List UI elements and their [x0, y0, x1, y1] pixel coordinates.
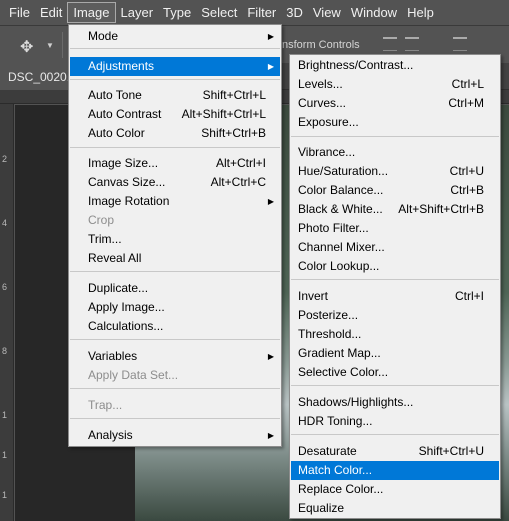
menu-item-trim[interactable]: Trim...: [70, 230, 280, 249]
menu-item-gradient-map[interactable]: Gradient Map...: [291, 344, 499, 363]
menu-item-trap: Trap...: [88, 398, 123, 412]
menu-item-invert[interactable]: Invert Ctrl+I: [291, 287, 499, 306]
menu-select[interactable]: Select: [196, 2, 242, 23]
vertical-ruler[interactable]: 2 4 6 8 1 1 1: [0, 104, 14, 521]
menu-image[interactable]: Image: [67, 2, 116, 23]
menu-separator: [291, 136, 499, 137]
menu-item-canvas-size[interactable]: Canvas Size... Alt+Ctrl+C: [70, 173, 280, 192]
menu-item-photo-filter[interactable]: Photo Filter...: [291, 219, 499, 238]
move-tool-icon[interactable]: ✥: [20, 37, 33, 57]
menu-item-crop: Crop: [88, 213, 115, 227]
submenu-arrow-icon: ▶: [267, 352, 274, 361]
menu-item-vibrance[interactable]: Vibrance...: [291, 143, 499, 162]
menu-3d[interactable]: 3D: [281, 2, 308, 23]
menu-separator: [70, 339, 280, 340]
ruler-tick: 1: [2, 410, 8, 420]
menu-bar: File Edit Image Layer Type Select Filter…: [0, 0, 509, 25]
menu-file[interactable]: File: [4, 2, 35, 23]
menu-layer[interactable]: Layer: [116, 2, 159, 23]
menu-item-equalize[interactable]: Equalize: [291, 499, 499, 518]
menu-edit[interactable]: Edit: [35, 2, 67, 23]
menu-item-black-white[interactable]: Black & White... Alt+Shift+Ctrl+B: [291, 200, 499, 219]
align-top-icon[interactable]: [383, 37, 397, 51]
image-menu: Mode ▶ Adjustments ▶ Auto Tone Shift+Ctrl+L…: [68, 24, 282, 447]
ruler-tick: 2: [2, 154, 8, 164]
menu-item-duplicate[interactable]: Duplicate...: [70, 279, 280, 298]
menu-item-match-color[interactable]: Match Color...: [291, 461, 499, 480]
menu-filter[interactable]: Filter: [242, 2, 281, 23]
menu-item-levels[interactable]: Levels... Ctrl+L: [291, 75, 499, 94]
menu-item-exposure[interactable]: Exposure...: [291, 113, 499, 132]
menu-item-replace-color[interactable]: Replace Color...: [291, 480, 499, 499]
menu-item-auto-tone[interactable]: Auto Tone Shift+Ctrl+L: [70, 86, 280, 105]
menu-item-auto-contrast[interactable]: Auto Contrast Alt+Shift+Ctrl+L: [70, 105, 280, 124]
menu-separator: [70, 147, 280, 148]
menu-item-mode[interactable]: Mode ▶: [70, 27, 280, 46]
menu-item-calculations[interactable]: Calculations...: [70, 317, 280, 336]
ruler-tick: 6: [2, 282, 8, 292]
menu-item-selective-color[interactable]: Selective Color...: [291, 363, 499, 382]
menu-item-hdr-toning[interactable]: HDR Toning...: [291, 412, 499, 431]
align-middle-icon[interactable]: [405, 37, 419, 51]
menu-item-auto-color[interactable]: Auto Color Shift+Ctrl+B: [70, 124, 280, 143]
submenu-arrow-icon: ▶: [267, 62, 274, 71]
menu-separator: [70, 48, 280, 49]
adjustments-submenu: Brightness/Contrast... Levels... Ctrl+L C…: [289, 54, 501, 519]
document-tab[interactable]: DSC_0020.J: [0, 63, 74, 90]
menu-item-apply-data-set: Apply Data Set...: [88, 368, 179, 382]
menu-item-brightness-contrast[interactable]: Brightness/Contrast...: [291, 56, 499, 75]
ruler-tick: 1: [2, 490, 8, 500]
menu-help[interactable]: Help: [402, 2, 439, 23]
menu-item-shadows-highlights[interactable]: Shadows/Highlights...: [291, 393, 499, 412]
menu-item-desaturate[interactable]: Desaturate Shift+Ctrl+U: [291, 442, 499, 461]
menu-item-reveal-all[interactable]: Reveal All: [70, 249, 280, 268]
menu-item-hue-saturation[interactable]: Hue/Saturation... Ctrl+U: [291, 162, 499, 181]
submenu-arrow-icon: ▶: [267, 197, 274, 206]
ruler-tick: 8: [2, 346, 8, 356]
menu-view[interactable]: View: [308, 2, 346, 23]
submenu-arrow-icon: ▶: [267, 431, 274, 440]
menu-item-variables[interactable]: Variables ▶: [70, 347, 280, 366]
menu-separator: [70, 418, 280, 419]
menu-separator: [291, 385, 499, 386]
ruler-tick: 4: [2, 218, 8, 228]
tool-preset-chevron-icon[interactable]: ▼: [46, 41, 54, 50]
menu-separator: [70, 271, 280, 272]
menu-item-threshold[interactable]: Threshold...: [291, 325, 499, 344]
menu-item-color-balance[interactable]: Color Balance... Ctrl+B: [291, 181, 499, 200]
menu-item-adjustments[interactable]: Adjustments ▶: [70, 57, 280, 76]
submenu-arrow-icon: ▶: [267, 32, 274, 41]
menu-item-apply-image[interactable]: Apply Image...: [70, 298, 280, 317]
distribute-icon[interactable]: [453, 37, 467, 51]
align-icons-group: [383, 37, 467, 51]
menu-separator: [291, 279, 499, 280]
menu-item-posterize[interactable]: Posterize...: [291, 306, 499, 325]
options-divider: [62, 32, 63, 58]
menu-separator: [70, 79, 280, 80]
menu-item-image-size[interactable]: Image Size... Alt+Ctrl+I: [70, 154, 280, 173]
ruler-tick: 1: [2, 450, 8, 460]
menu-item-curves[interactable]: Curves... Ctrl+M: [291, 94, 499, 113]
menu-item-image-rotation[interactable]: Image Rotation ▶: [70, 192, 280, 211]
show-transform-controls-label[interactable]: nsform Controls: [282, 39, 360, 51]
menu-separator: [70, 388, 280, 389]
menu-item-color-lookup[interactable]: Color Lookup...: [291, 257, 499, 276]
menu-window[interactable]: Window: [346, 2, 402, 23]
menu-type[interactable]: Type: [158, 2, 196, 23]
menu-item-channel-mixer[interactable]: Channel Mixer...: [291, 238, 499, 257]
menu-item-analysis[interactable]: Analysis ▶: [70, 426, 280, 445]
menu-separator: [291, 434, 499, 435]
